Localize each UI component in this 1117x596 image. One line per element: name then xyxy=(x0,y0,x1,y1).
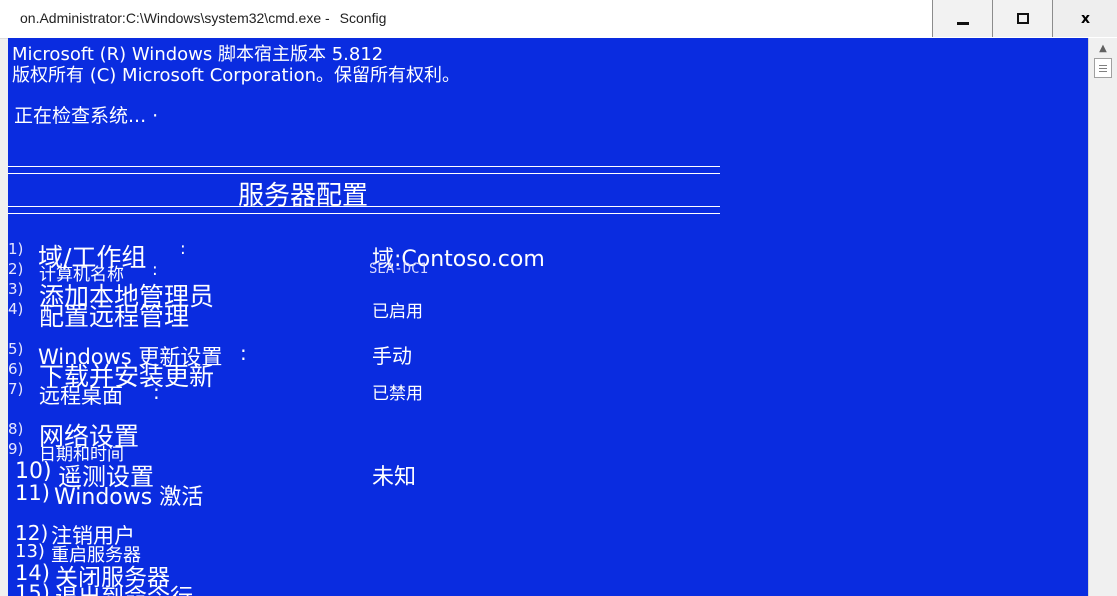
menu-value-telemetry: 未知 xyxy=(372,465,417,490)
grip-line xyxy=(1099,70,1107,72)
cmd-window: on.Administrator:C:\Windows\system32\cmd… xyxy=(0,0,1117,596)
close-button[interactable]: x xyxy=(1052,0,1117,37)
maximize-button[interactable] xyxy=(992,0,1052,37)
scrollbar-thumb[interactable] xyxy=(1094,58,1112,78)
menu-number: 3) xyxy=(8,280,24,298)
menu-number: 2) xyxy=(8,260,24,278)
grip-line xyxy=(1099,64,1107,66)
menu-value-windows-update: 手动 xyxy=(372,344,412,368)
menu-number: 5) xyxy=(8,340,24,358)
menu-colon: : xyxy=(153,380,160,404)
window-title: on.Administrator:C:\Windows\system32\cmd… xyxy=(20,10,386,26)
window-title-path: on.Administrator:C:\Windows\system32\cmd… xyxy=(20,10,330,26)
menu-colon: : xyxy=(180,239,186,259)
menu-number: 6) xyxy=(8,360,24,378)
window-title-app: Sconfig xyxy=(339,10,387,26)
separator-bottom xyxy=(8,206,720,214)
console-area[interactable]: Microsoft (R) Windows 脚本宿主版本 5.812 版权所有 … xyxy=(8,38,1088,596)
menu-label-remote-mgmt: 配置远程管理 xyxy=(39,302,190,331)
menu-number: 15) xyxy=(15,581,50,596)
maximize-icon xyxy=(1016,13,1029,24)
menu-label-windows-activation: Windows 激活 xyxy=(54,485,204,510)
scroll-up-button[interactable]: ▲ xyxy=(1095,40,1111,56)
chevron-up-icon: ▲ xyxy=(1099,42,1107,54)
copyright-line: 版权所有 (C) Microsoft Corporation。保留所有权利。 xyxy=(12,65,461,86)
menu-number: 8) xyxy=(8,420,24,438)
menu-number: 7) xyxy=(8,380,24,398)
menu-number: 13) xyxy=(15,541,45,562)
minimize-icon xyxy=(956,22,969,25)
checking-system-text: 正在检查系统... · xyxy=(14,105,159,127)
menu-value-remote-mgmt: 已启用 xyxy=(372,302,423,322)
menu-number: 9) xyxy=(8,440,24,458)
close-icon: x xyxy=(1080,10,1091,27)
minimize-button[interactable] xyxy=(932,0,992,37)
menu-number: 11) xyxy=(15,481,50,505)
menu-number: 4) xyxy=(8,300,24,318)
menu-value-remote-desktop: 已禁用 xyxy=(372,384,423,404)
menu-value-computer-name: SEA-DC1 xyxy=(369,261,429,277)
menu-colon: : xyxy=(240,341,247,365)
vertical-scrollbar[interactable]: ▲ xyxy=(1088,38,1117,596)
grip-line xyxy=(1099,67,1107,69)
menu-label-exit-to-cmd: 退出到命令行 xyxy=(55,578,193,596)
title-bar[interactable]: on.Administrator:C:\Windows\system32\cmd… xyxy=(0,0,1117,39)
menu-number: 1) xyxy=(8,240,24,258)
menu-label-remote-desktop: 远程桌面 xyxy=(39,384,123,408)
separator-top xyxy=(8,166,720,174)
